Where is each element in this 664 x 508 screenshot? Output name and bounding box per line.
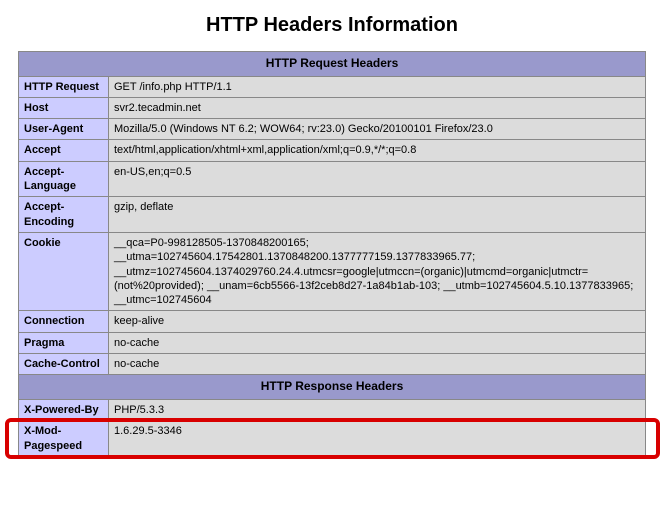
page-title: HTTP Headers Information: [18, 14, 646, 37]
response-header-row: X-Mod-Pagespeed1.6.29.5-3346: [19, 421, 646, 457]
header-value: text/html,application/xhtml+xml,applicat…: [109, 140, 646, 161]
request-header-row: Accept-Encodinggzip, deflate: [19, 197, 646, 233]
section-header: HTTP Request Headers: [19, 52, 646, 77]
header-key: Connection: [19, 311, 109, 332]
request-header-row: Cache-Controlno-cache: [19, 354, 646, 375]
header-key: X-Mod-Pagespeed: [19, 421, 109, 457]
header-key: Host: [19, 97, 109, 118]
headers-table: HTTP Request HeadersHTTP RequestGET /inf…: [18, 51, 646, 457]
header-key: X-Powered-By: [19, 399, 109, 420]
header-key: HTTP Request: [19, 76, 109, 97]
header-value: no-cache: [109, 354, 646, 375]
request-header-row: Pragmano-cache: [19, 332, 646, 353]
header-key: Cookie: [19, 232, 109, 310]
header-value: keep-alive: [109, 311, 646, 332]
header-value: PHP/5.3.3: [109, 399, 646, 420]
header-key: Accept-Encoding: [19, 197, 109, 233]
header-value: GET /info.php HTTP/1.1: [109, 76, 646, 97]
request-header-row: Hostsvr2.tecadmin.net: [19, 97, 646, 118]
request-header-row: HTTP RequestGET /info.php HTTP/1.1: [19, 76, 646, 97]
header-value: no-cache: [109, 332, 646, 353]
header-key: Cache-Control: [19, 354, 109, 375]
response-header-row: X-Powered-ByPHP/5.3.3: [19, 399, 646, 420]
header-value: Mozilla/5.0 (Windows NT 6.2; WOW64; rv:2…: [109, 119, 646, 140]
headers-table-wrap: HTTP Request HeadersHTTP RequestGET /inf…: [18, 51, 646, 457]
header-value: gzip, deflate: [109, 197, 646, 233]
header-key: Accept: [19, 140, 109, 161]
header-value: __qca=P0-998128505-1370848200165; __utma…: [109, 232, 646, 310]
request-header-row: Accept-Languageen-US,en;q=0.5: [19, 161, 646, 197]
header-value: 1.6.29.5-3346: [109, 421, 646, 457]
section-header: HTTP Response Headers: [19, 375, 646, 400]
header-key: Accept-Language: [19, 161, 109, 197]
request-header-row: Connectionkeep-alive: [19, 311, 646, 332]
header-value: svr2.tecadmin.net: [109, 97, 646, 118]
header-value: en-US,en;q=0.5: [109, 161, 646, 197]
request-header-row: Cookie__qca=P0-998128505-1370848200165; …: [19, 232, 646, 310]
header-key: User-Agent: [19, 119, 109, 140]
header-key: Pragma: [19, 332, 109, 353]
request-header-row: User-AgentMozilla/5.0 (Windows NT 6.2; W…: [19, 119, 646, 140]
request-header-row: Accepttext/html,application/xhtml+xml,ap…: [19, 140, 646, 161]
